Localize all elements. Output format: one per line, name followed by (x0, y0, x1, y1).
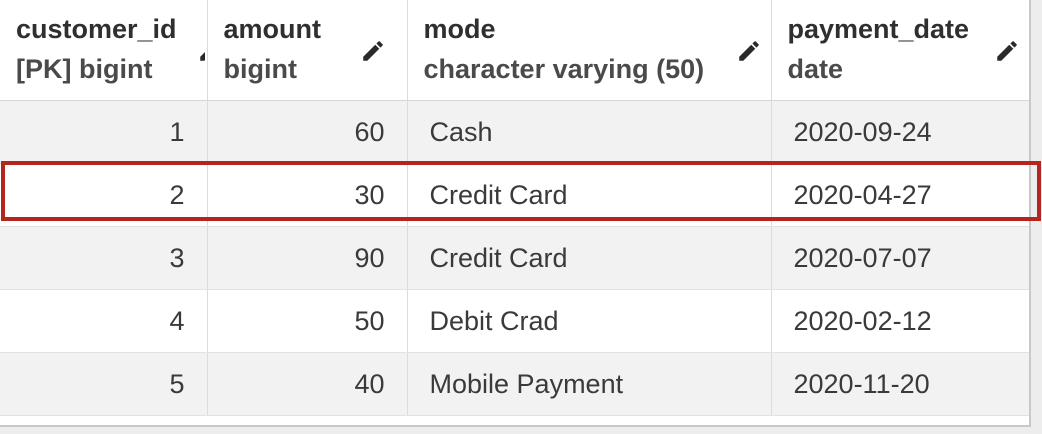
cell-mode[interactable]: Credit Card (407, 226, 772, 290)
cell-customer-id[interactable]: 1 (0, 100, 208, 164)
cell-customer-id[interactable]: 4 (0, 289, 208, 353)
cell-customer-id[interactable]: 5 (0, 352, 208, 416)
column-name: payment_date (787, 14, 970, 44)
table-row[interactable]: 1 60 Cash 2020-09-24 (0, 100, 1029, 164)
table-row[interactable]: 4 50 Debit Crad 2020-02-12 (0, 289, 1029, 353)
cell-mode[interactable]: Mobile Payment (407, 352, 772, 416)
column-name: amount (223, 14, 322, 44)
column-name: customer_id (16, 14, 177, 44)
table-row[interactable]: 2 30 Credit Card 2020-04-27 (0, 163, 1029, 227)
pencil-icon[interactable] (360, 38, 386, 64)
cell-payment-date[interactable]: 2020-04-27 (771, 163, 1029, 227)
window-edge (0, 427, 1042, 434)
column-type: date (787, 54, 844, 84)
pencil-icon[interactable] (736, 38, 762, 64)
data-grid-panel: customer_id [PK] bigint amount bigint mo… (0, 0, 1031, 427)
column-type: [PK] bigint (16, 54, 153, 84)
cell-customer-id[interactable]: 3 (0, 226, 208, 290)
column-type: character varying (50) (423, 54, 705, 84)
cell-amount[interactable]: 30 (207, 163, 408, 227)
cell-amount[interactable]: 40 (207, 352, 408, 416)
column-header-amount[interactable]: amount bigint (207, 0, 408, 101)
column-header-customer-id[interactable]: customer_id [PK] bigint (0, 0, 208, 101)
table-row[interactable]: 3 90 Credit Card 2020-07-07 (0, 226, 1029, 290)
results-table: customer_id [PK] bigint amount bigint mo… (0, 0, 1029, 416)
cell-payment-date[interactable]: 2020-09-24 (771, 100, 1029, 164)
column-name: mode (423, 14, 496, 44)
cell-customer-id[interactable]: 2 (0, 163, 208, 227)
cell-amount[interactable]: 60 (207, 100, 408, 164)
table-row[interactable]: 5 40 Mobile Payment 2020-11-20 (0, 352, 1029, 416)
column-type: bigint (223, 54, 297, 84)
cell-payment-date[interactable]: 2020-02-12 (771, 289, 1029, 353)
pencil-icon[interactable] (197, 38, 205, 64)
pencil-icon[interactable] (994, 38, 1020, 64)
column-header-payment-date[interactable]: payment_date date (771, 0, 1029, 101)
cell-mode[interactable]: Cash (407, 100, 772, 164)
cell-payment-date[interactable]: 2020-11-20 (771, 352, 1029, 416)
column-header-mode[interactable]: mode character varying (50) (407, 0, 772, 101)
cell-amount[interactable]: 90 (207, 226, 408, 290)
table-header-row: customer_id [PK] bigint amount bigint mo… (0, 0, 1029, 101)
cell-amount[interactable]: 50 (207, 289, 408, 353)
cell-mode[interactable]: Credit Card (407, 163, 772, 227)
cell-mode[interactable]: Debit Crad (407, 289, 772, 353)
cell-payment-date[interactable]: 2020-07-07 (771, 226, 1029, 290)
window-edge (1031, 0, 1042, 434)
